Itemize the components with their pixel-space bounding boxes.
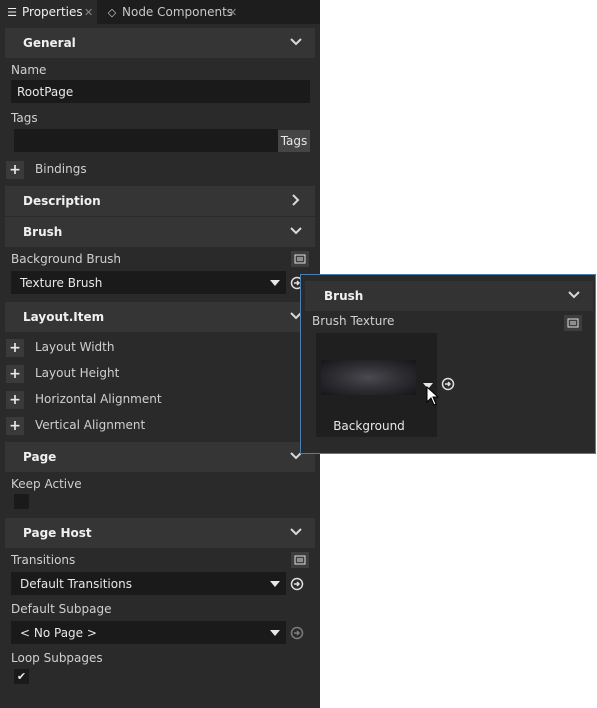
resource-icon[interactable] xyxy=(291,251,309,267)
resource-icon[interactable] xyxy=(564,315,582,331)
reset-icon[interactable] xyxy=(441,377,455,394)
section-general[interactable]: General xyxy=(5,28,315,58)
dropdown-arrow-icon xyxy=(270,630,280,636)
section-page-host[interactable]: Page Host xyxy=(5,518,315,548)
dropdown-value: Texture Brush xyxy=(20,276,103,290)
list-icon: ☰ xyxy=(7,5,17,19)
add-layout-height-button[interactable]: + xyxy=(6,365,24,383)
add-bindings-button[interactable]: + xyxy=(6,161,24,179)
tags-label: Tags xyxy=(11,111,38,125)
transitions-dropdown[interactable]: Default Transitions xyxy=(11,572,286,595)
chevron-down-icon xyxy=(289,224,303,238)
tab-properties[interactable]: ☰ Properties ✕ xyxy=(0,0,97,24)
section-title: Page xyxy=(23,450,57,464)
section-layout-item[interactable]: Layout.Item xyxy=(5,302,315,332)
tab-bar: ☰ Properties ✕ ◇ Node Components ✕ xyxy=(0,0,320,24)
default-subpage-label: Default Subpage xyxy=(11,602,112,616)
section-description[interactable]: Description xyxy=(5,186,315,216)
properties-panel: ☰ Properties ✕ ◇ Node Components ✕ Gener… xyxy=(0,0,320,708)
mouse-cursor-icon xyxy=(426,385,440,409)
tab-label: Node Components xyxy=(122,5,234,19)
tags-field[interactable] xyxy=(14,129,278,152)
chevron-right-icon xyxy=(289,193,303,207)
reset-icon[interactable] xyxy=(290,577,304,591)
section-title: General xyxy=(23,36,76,50)
texture-caption: Background xyxy=(333,419,405,433)
chevron-down-icon xyxy=(289,525,303,539)
dropdown-value: < No Page > xyxy=(20,626,97,640)
close-icon[interactable]: ✕ xyxy=(84,6,93,19)
dropdown-value: Default Transitions xyxy=(20,577,132,591)
name-label: Name xyxy=(11,63,47,77)
dropdown-arrow-icon xyxy=(270,280,280,286)
keep-active-checkbox[interactable] xyxy=(14,494,29,509)
reset-icon xyxy=(290,626,304,640)
section-title: Brush xyxy=(324,289,364,303)
name-field[interactable]: RootPage xyxy=(11,80,310,103)
loop-subpages-label: Loop Subpages xyxy=(11,651,103,665)
loop-subpages-checkbox[interactable]: ✔ xyxy=(14,669,29,684)
section-title: Page Host xyxy=(23,526,92,540)
horizontal-alignment-label: Horizontal Alignment xyxy=(35,392,162,406)
vertical-alignment-label: Vertical Alignment xyxy=(35,418,146,432)
section-brush[interactable]: Brush xyxy=(5,217,315,247)
popup-section-brush[interactable]: Brush xyxy=(305,281,593,311)
section-title: Brush xyxy=(23,225,63,239)
background-brush-label: Background Brush xyxy=(11,252,122,266)
layout-width-label: Layout Width xyxy=(35,340,115,354)
components-icon: ◇ xyxy=(107,5,117,19)
tags-button[interactable]: Tags xyxy=(278,130,310,152)
add-vertical-alignment-button[interactable]: + xyxy=(6,417,24,435)
section-title: Description xyxy=(23,194,101,208)
tab-label: Properties xyxy=(22,5,83,19)
default-subpage-dropdown[interactable]: < No Page > xyxy=(11,621,286,644)
brush-popup: Brush Brush Texture Background xyxy=(300,274,596,454)
chevron-down-icon xyxy=(567,288,581,305)
background-brush-dropdown[interactable]: Texture Brush xyxy=(11,271,286,294)
transitions-label: Transitions xyxy=(11,553,76,567)
chevron-down-icon xyxy=(289,35,303,49)
texture-preview-image xyxy=(321,360,416,395)
close-icon[interactable]: ✕ xyxy=(228,6,237,19)
brush-texture-label: Brush Texture xyxy=(312,314,395,328)
section-page[interactable]: Page xyxy=(5,442,315,472)
layout-height-label: Layout Height xyxy=(35,366,120,380)
keep-active-label: Keep Active xyxy=(11,477,82,491)
resource-icon[interactable] xyxy=(291,552,309,568)
texture-thumbnail[interactable]: Background xyxy=(316,333,437,437)
bindings-label: Bindings xyxy=(35,162,87,176)
section-title: Layout.Item xyxy=(23,310,105,324)
add-layout-width-button[interactable]: + xyxy=(6,339,24,357)
dropdown-arrow-icon xyxy=(270,581,280,587)
tab-node-components[interactable]: ◇ Node Components ✕ xyxy=(100,0,245,24)
add-horizontal-alignment-button[interactable]: + xyxy=(6,391,24,409)
